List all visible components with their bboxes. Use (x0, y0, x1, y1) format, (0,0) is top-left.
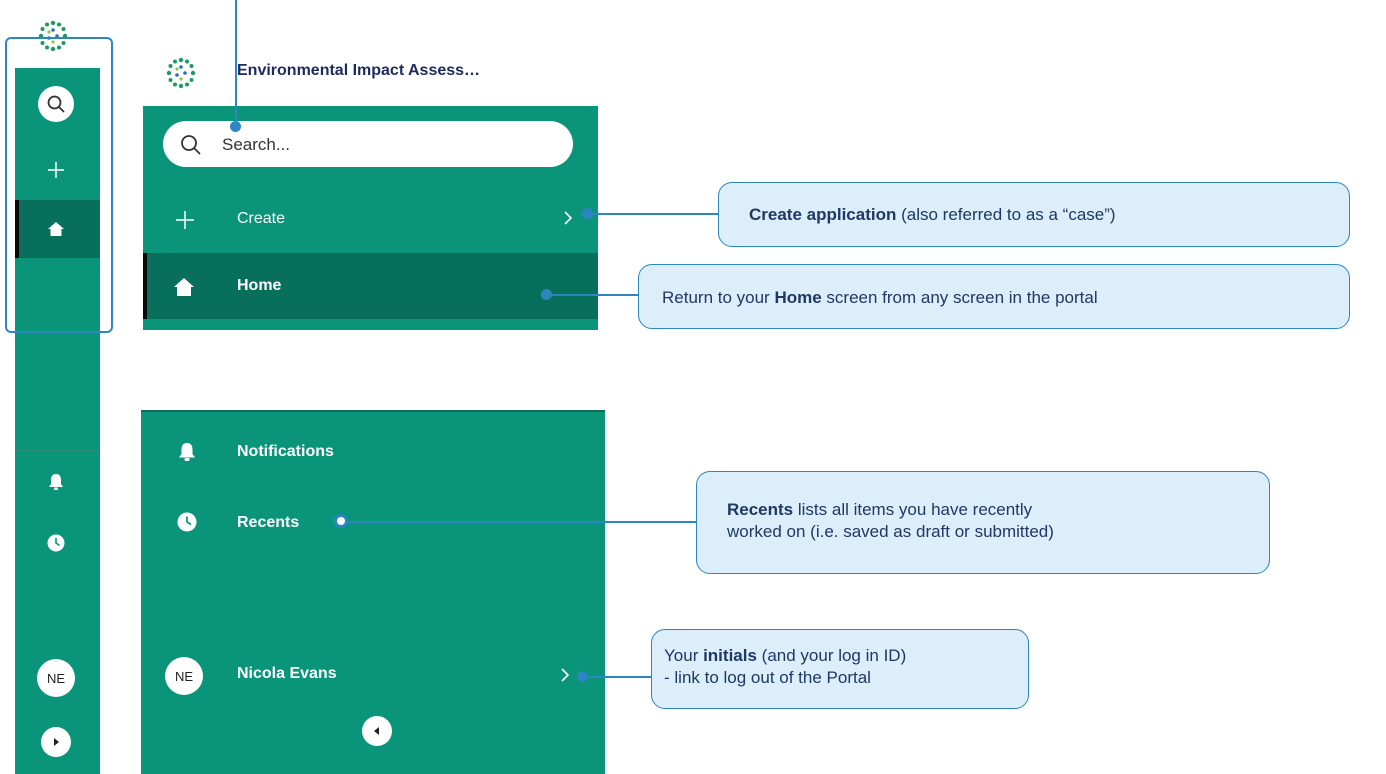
user-initials: NE (174, 668, 194, 684)
bell-icon (49, 474, 63, 490)
recents-callout-bold: Recents (727, 500, 794, 519)
menu-item-notifications[interactable] (143, 428, 598, 474)
home-selection-indicator (143, 253, 147, 319)
user-callout-line (583, 676, 653, 678)
recents-callout-dot (334, 514, 348, 528)
rail-avatar[interactable]: NE (37, 659, 75, 697)
recents-callout-line2: worked on (i.e. saved as draft or submit… (727, 522, 1054, 541)
create-callout-dot (582, 208, 593, 219)
rail-divider (15, 450, 100, 451)
collapse-button[interactable] (362, 716, 392, 746)
rail-notifications-button[interactable] (46, 472, 66, 492)
create-callout: Create application (also referred to as … (718, 182, 1350, 247)
rail-recents-button[interactable] (46, 533, 66, 553)
menu-item-user[interactable] (143, 648, 598, 706)
clock-icon (176, 511, 198, 533)
recents-callout-line (348, 521, 698, 523)
expand-arrow-icon (54, 738, 59, 746)
user-callout-line2: - link to log out of the Portal (664, 668, 871, 687)
create-callout-bold: Create application (749, 205, 897, 224)
user-callout-bold: initials (703, 646, 757, 665)
home-icon (173, 276, 195, 298)
panel-logo-icon[interactable] (163, 55, 199, 91)
home-callout-pre: Return to your (662, 288, 775, 307)
search-icon (180, 134, 202, 156)
rail-expand-button[interactable] (41, 727, 71, 757)
search-callout-line-overlay (235, 0, 237, 126)
home-callout: Return to your Home screen from any scre… (638, 264, 1350, 329)
user-callout-post: (and your log in ID) (756, 646, 907, 665)
create-callout-line (588, 213, 720, 215)
notifications-label: Notifications (237, 443, 334, 460)
recents-callout: Recents lists all items you have recentl… (696, 471, 1270, 574)
user-callout-dot (577, 671, 588, 682)
menu-item-home[interactable] (143, 253, 598, 319)
user-callout: Your initials (and your log in ID) - lin… (651, 629, 1029, 709)
search-callout-dot-overlay (230, 121, 241, 132)
home-callout-bold: Home (774, 288, 822, 307)
plus-icon (173, 208, 197, 232)
clock-icon (47, 534, 65, 552)
home-label: Home (237, 277, 282, 294)
menu-item-create[interactable] (143, 190, 598, 250)
user-callout-pre: Your (664, 646, 704, 665)
search-placeholder: Search... (222, 135, 291, 154)
avatar-initials: NE (46, 670, 66, 686)
home-callout-dot (541, 289, 552, 300)
home-callout-post: screen from any screen in the portal (821, 288, 1098, 307)
chevron-right-icon (560, 667, 570, 683)
panel-title: Environmental Impact Assess… (237, 62, 481, 79)
home-callout-line (548, 294, 640, 296)
recents-callout-text: lists all items you have recently (793, 500, 1033, 519)
recents-label: Recents (237, 514, 300, 531)
create-callout-text: (also referred to as a “case”) (896, 205, 1116, 224)
user-name: Nicola Evans (237, 665, 337, 682)
user-avatar: NE (165, 657, 203, 695)
create-label: Create (237, 210, 286, 227)
collapse-arrow-icon (374, 727, 379, 735)
chevron-right-icon (563, 210, 573, 226)
rail-highlight-bracket (5, 37, 113, 333)
bell-icon (176, 441, 198, 463)
